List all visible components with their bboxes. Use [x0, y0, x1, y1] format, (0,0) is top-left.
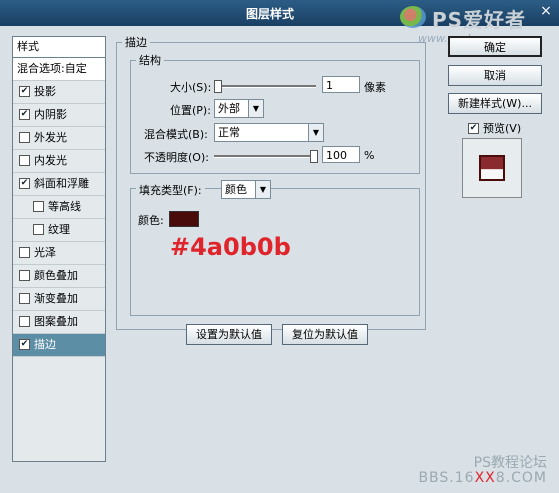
checkbox-icon[interactable]	[19, 246, 30, 258]
fill-type-value: 颜色	[225, 183, 247, 196]
style-item-label: 颜色叠加	[34, 269, 78, 282]
watermark-forum: PS教程论坛	[473, 455, 547, 471]
checkbox-icon[interactable]	[33, 200, 44, 212]
checkbox-icon[interactable]: ✔	[19, 338, 30, 350]
preview-check-icon: ✔	[468, 122, 479, 134]
opacity-input[interactable]: 100	[322, 146, 360, 163]
style-item[interactable]: 等高线	[13, 196, 105, 219]
checkbox-icon[interactable]: ✔	[19, 177, 30, 189]
style-item[interactable]: 内发光	[13, 150, 105, 173]
chevron-down-icon: ▼	[308, 124, 323, 141]
style-item[interactable]: ✔ 斜面和浮雕	[13, 173, 105, 196]
style-item[interactable]: ✔ 内阴影	[13, 104, 105, 127]
watermark-url: BBS.16XX8.COM	[418, 470, 547, 486]
style-item-label: 图案叠加	[34, 315, 78, 328]
style-item[interactable]: 光泽	[13, 242, 105, 265]
watermark-logo-text: PS爱好者	[432, 8, 527, 32]
fill-type-label: 填充类型(F):	[136, 182, 205, 198]
style-item-label: 投影	[34, 85, 56, 98]
checkbox-icon[interactable]: ✔	[19, 108, 30, 120]
style-item[interactable]: ✔ 投影	[13, 81, 105, 104]
preview-thumbnail	[479, 155, 505, 181]
style-item-blend-options[interactable]: 混合选项:自定	[13, 58, 105, 81]
color-swatch[interactable]	[169, 211, 199, 227]
style-item-label: 内发光	[34, 154, 67, 167]
style-item[interactable]: 渐变叠加	[13, 288, 105, 311]
style-item-label: 内阴影	[34, 108, 67, 121]
position-value: 外部	[218, 102, 240, 115]
structure-title: 结构	[136, 52, 164, 68]
style-item-label: 渐变叠加	[34, 292, 78, 305]
style-item-label: 光泽	[34, 246, 56, 259]
style-item-label: 描边	[34, 338, 56, 351]
cancel-button[interactable]: 取消	[448, 65, 542, 86]
layer-style-dialog: 图层样式 × PS爱好者 www.psahz.com 样式 混合选项:自定 ✔投…	[0, 0, 559, 493]
style-preview	[462, 138, 522, 198]
opacity-label: 不透明度(O):	[144, 151, 209, 164]
style-item[interactable]: ✔ 描边	[13, 334, 105, 357]
style-item-label: 等高线	[48, 200, 81, 213]
watermark-logo-icon	[400, 6, 426, 28]
preview-label: 预览(V)	[483, 122, 522, 135]
checkbox-icon[interactable]	[19, 315, 30, 327]
style-item[interactable]: 颜色叠加	[13, 265, 105, 288]
position-label: 位置(P):	[170, 104, 211, 117]
size-input[interactable]: 1	[322, 76, 360, 93]
position-select[interactable]: 外部 ▼	[214, 99, 264, 118]
set-default-button[interactable]: 设置为默认值	[186, 324, 272, 345]
color-label: 颜色:	[138, 214, 164, 227]
checkbox-icon[interactable]	[19, 292, 30, 304]
checkbox-icon[interactable]	[19, 154, 30, 166]
checkbox-icon[interactable]	[33, 223, 44, 235]
fill-type-select[interactable]: 颜色 ▼	[221, 180, 271, 199]
stroke-section-title: 描边	[122, 34, 150, 50]
preview-checkbox[interactable]: ✔ 预览(V)	[468, 120, 521, 136]
reset-default-button[interactable]: 复位为默认值	[282, 324, 368, 345]
ok-button[interactable]: 确定	[448, 36, 542, 57]
checkbox-icon[interactable]	[19, 131, 30, 143]
style-list: 样式 混合选项:自定 ✔ 投影 ✔ 内阴影外发光内发光 ✔ 斜面和浮雕等高线纹理光泽颜色叠…	[12, 36, 106, 462]
style-item[interactable]: 图案叠加	[13, 311, 105, 334]
style-item-label: 斜面和浮雕	[34, 177, 89, 190]
chevron-down-icon: ▼	[255, 181, 270, 198]
chevron-down-icon: ▼	[248, 100, 263, 117]
size-slider-track[interactable]	[214, 85, 316, 88]
size-unit: 像素	[364, 81, 386, 94]
checkbox-icon[interactable]: ✔	[19, 85, 30, 97]
opacity-slider-track[interactable]	[214, 155, 316, 158]
size-slider-thumb[interactable]	[214, 80, 222, 93]
opacity-unit: %	[364, 149, 375, 162]
opacity-slider-thumb[interactable]	[310, 150, 318, 163]
style-item[interactable]: 外发光	[13, 127, 105, 150]
size-label: 大小(S):	[170, 81, 212, 94]
checkbox-icon[interactable]	[19, 269, 30, 281]
style-item[interactable]: 纹理	[13, 219, 105, 242]
blend-mode-value: 正常	[218, 126, 240, 139]
close-icon[interactable]: ×	[537, 2, 555, 20]
color-annotation: #4a0b0b	[170, 233, 291, 261]
new-style-button[interactable]: 新建样式(W)...	[448, 93, 542, 114]
style-item-label: 外发光	[34, 131, 67, 144]
style-list-header[interactable]: 样式	[13, 37, 105, 58]
blend-mode-label: 混合模式(B):	[144, 128, 208, 141]
style-item-label: 纹理	[48, 223, 70, 236]
blend-mode-select[interactable]: 正常 ▼	[214, 123, 324, 142]
